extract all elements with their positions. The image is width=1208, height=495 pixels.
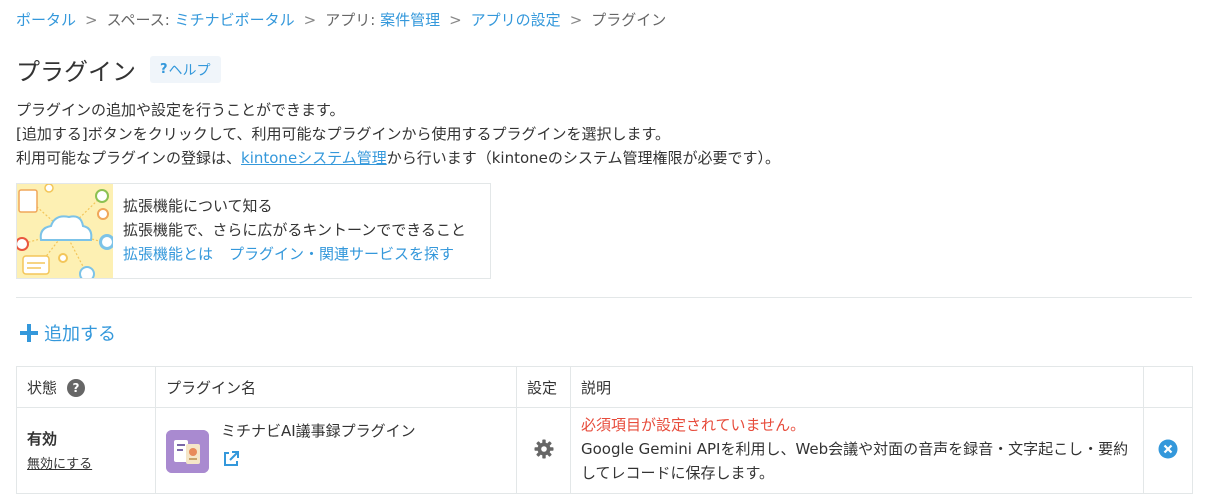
description-line-3-post: から行います（kintoneのシステム管理権限が必要です）。 [386, 149, 780, 167]
page-description: プラグインの追加や設定を行うことができます。 [追加する]ボタンをクリックして、… [16, 98, 780, 170]
description-cell: 必須項目が設定されていません。 Google Gemini APIを利用し、We… [570, 407, 1144, 494]
extension-heading: 拡張機能について知る [123, 197, 273, 215]
breadcrumb-app-prefix: アプリ: [325, 11, 376, 29]
settings-cell [516, 407, 571, 494]
help-icon: ? [160, 62, 168, 77]
description-line-3-pre: 利用可能なプラグインの登録は、 [16, 149, 242, 167]
breadcrumb-app-settings[interactable]: アプリの設定 [471, 11, 561, 29]
error-message: 必須項目が設定されていません。 [581, 416, 806, 434]
column-header-settings: 設定 [516, 366, 571, 408]
help-button[interactable]: ? ヘルプ [150, 56, 221, 83]
breadcrumb-separator: > [303, 11, 317, 29]
plugin-name-cell: ミチナビAI議事録プラグイン [155, 407, 517, 494]
plugin-description: Google Gemini APIを利用し、Web会議や対面の音声を録音・文字起… [581, 440, 1129, 482]
breadcrumb-app[interactable]: 案件管理 [380, 11, 440, 29]
breadcrumb: ポータル > スペース: ミチナビポータル > アプリ: 案件管理 > アプリの設定 > プラグ… [16, 9, 666, 30]
table-header-row: 状態? プラグイン名 設定 説明 [16, 366, 1193, 408]
gear-icon[interactable] [534, 439, 554, 459]
plugin-name: ミチナビAI議事録プラグイン [221, 422, 416, 440]
extension-links: 拡張機能とは プラグイン・関連サービスを探す [123, 242, 470, 266]
status-header-label: 状態 [27, 378, 58, 397]
remove-cell [1143, 407, 1193, 494]
plugin-logo-icon [166, 430, 209, 473]
column-header-description: 説明 [570, 366, 1144, 408]
system-admin-link[interactable]: kintoneシステム管理 [241, 149, 387, 167]
breadcrumb-separator: > [85, 11, 98, 29]
status-cell: 有効 無効にする [16, 407, 156, 494]
column-header-status: 状態? [16, 366, 156, 408]
column-header-name: プラグイン名 [155, 366, 517, 408]
divider [16, 297, 1192, 298]
remove-plugin-icon[interactable] [1158, 439, 1178, 459]
external-link-icon[interactable] [221, 449, 241, 469]
description-line-1: プラグインの追加や設定を行うことができます。 [16, 101, 345, 119]
extension-text: 拡張機能について知る 拡張機能で、さらに広がるキントーンでできること 拡張機能と… [113, 184, 470, 278]
plugin-logo-image [166, 430, 209, 473]
title-row: プラグイン ? ヘルプ [16, 52, 221, 87]
breadcrumb-current: プラグイン [591, 11, 667, 29]
breadcrumb-separator: > [569, 11, 583, 29]
add-plugin-button[interactable]: 追加する [18, 320, 116, 346]
status-enabled: 有効 [27, 430, 58, 448]
find-plugins-link[interactable]: プラグイン・関連サービスを探す [229, 245, 454, 263]
page-title: プラグイン [16, 58, 136, 86]
column-header-remove [1143, 366, 1193, 408]
disable-link[interactable]: 無効にする [27, 453, 92, 472]
plugin-table: 状態? プラグイン名 設定 説明 有効 無効にする ミチナビAI議事録プラグイン… [16, 366, 1193, 494]
breadcrumb-space-prefix: スペース: [106, 11, 170, 29]
cloud-network-icon [17, 184, 113, 278]
breadcrumb-separator: > [449, 11, 462, 29]
help-circle-icon[interactable]: ? [67, 379, 86, 397]
description-line-2: [追加する]ボタンをクリックして、利用可能なプラグインから使用するプラグインを選… [16, 125, 671, 143]
add-plugin-label: 追加する [44, 324, 116, 345]
what-is-extension-link[interactable]: 拡張機能とは [123, 245, 213, 263]
extension-card: 拡張機能について知る 拡張機能で、さらに広がるキントーンでできること 拡張機能と… [16, 183, 491, 279]
plus-icon [20, 324, 38, 342]
breadcrumb-space[interactable]: ミチナビポータル [175, 11, 295, 29]
extension-illustration [17, 184, 113, 278]
extension-subtext: 拡張機能で、さらに広がるキントーンでできること [123, 221, 466, 239]
description-line-3: 利用可能なプラグインの登録は、kintoneシステム管理から行います（kinto… [16, 146, 780, 170]
breadcrumb-portal[interactable]: ポータル [16, 11, 76, 29]
table-row: 有効 無効にする ミチナビAI議事録プラグイン 必須項目が設定されていません。 … [16, 407, 1193, 494]
help-label: ヘルプ [168, 62, 211, 79]
